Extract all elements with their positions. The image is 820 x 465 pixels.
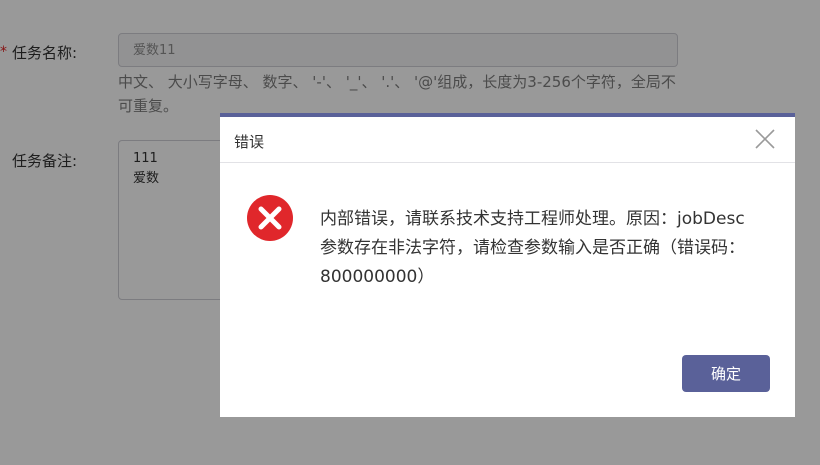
- confirm-button[interactable]: 确定: [682, 355, 770, 392]
- error-dialog: 错误 内部错误，请联系技术支持工程师处理。原因：jobDesc参数存在非法字符，…: [220, 113, 795, 417]
- close-icon[interactable]: [753, 127, 777, 151]
- error-message: 内部错误，请联系技术支持工程师处理。原因：jobDesc参数存在非法字符，请检查…: [320, 209, 745, 287]
- dialog-header: 错误: [220, 117, 795, 163]
- dialog-title: 错误: [234, 133, 265, 151]
- error-icon: [246, 194, 294, 242]
